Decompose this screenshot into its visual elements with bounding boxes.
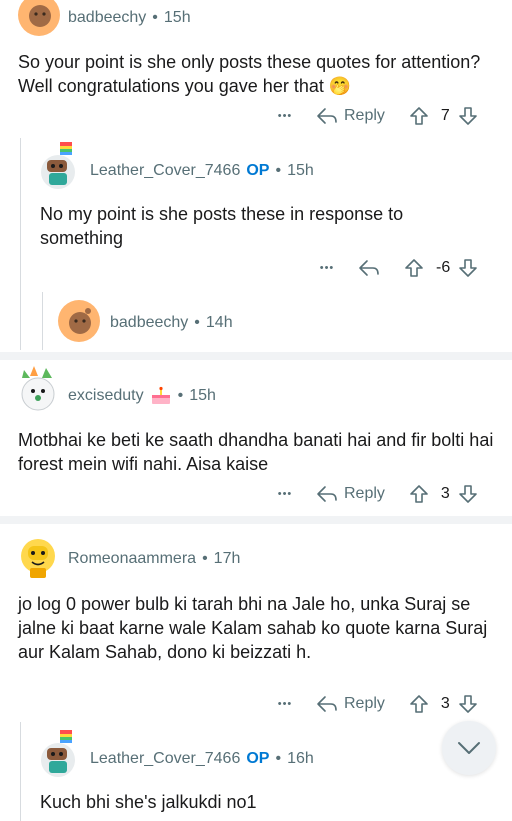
comment-actions: ••• Reply 7 <box>274 104 478 128</box>
cake-icon <box>150 386 172 406</box>
comment-username[interactable]: badbeechy <box>68 9 146 27</box>
upvote-icon[interactable] <box>409 484 429 504</box>
comment-username[interactable]: Leather_Cover_7466 <box>90 750 240 768</box>
comment-actions: ••• Reply 3 <box>274 692 478 716</box>
comment-username[interactable]: exciseduty <box>68 387 144 405</box>
comment-body: jo log 0 power bulb ki tarah bhi na Jale… <box>18 594 488 662</box>
avatar[interactable] <box>58 300 100 342</box>
comment-timestamp: 16h <box>287 750 314 767</box>
reply-arrow-icon <box>317 696 337 712</box>
comment-divider <box>0 352 512 360</box>
more-options-icon[interactable]: ••• <box>274 488 296 500</box>
avatar[interactable] <box>36 140 80 190</box>
comment-timestamp: 15h <box>189 387 216 404</box>
op-badge: OP <box>246 750 270 767</box>
comment-divider <box>0 516 512 524</box>
comment-body: Motbhai ke beti ke saath dhandha banati … <box>18 430 494 474</box>
upvote-icon[interactable] <box>409 694 429 714</box>
avatar[interactable] <box>18 0 60 36</box>
downvote-icon[interactable] <box>458 694 478 714</box>
comment-username[interactable]: Leather_Cover_7466 <box>90 162 240 180</box>
vote-score: -6 <box>436 259 451 276</box>
more-options-icon[interactable]: ••• <box>274 110 296 122</box>
reply-arrow-icon <box>317 108 337 124</box>
chevron-down-icon <box>458 742 480 754</box>
reply-arrow-icon <box>359 260 379 276</box>
avatar-icon <box>21 366 55 411</box>
downvote-icon[interactable] <box>458 106 478 126</box>
more-options-icon[interactable]: ••• <box>274 698 296 710</box>
op-badge: OP <box>246 162 270 179</box>
comment-body: So your point is she only posts these qu… <box>18 52 481 96</box>
reply-button[interactable]: Reply <box>316 695 385 713</box>
comment-username[interactable]: badbeechy <box>110 314 188 332</box>
reply-arrow-icon <box>317 486 337 502</box>
avatar-icon <box>21 539 55 578</box>
comment-timestamp: 15h <box>163 9 191 26</box>
avatar[interactable] <box>36 728 80 778</box>
comment-body: Kuch bhi she's jalkukdi no1 <box>40 792 257 812</box>
thread-line[interactable] <box>20 138 21 350</box>
avatar-icon <box>41 730 75 777</box>
downvote-icon[interactable] <box>458 258 478 278</box>
upvote-icon[interactable] <box>404 258 424 278</box>
comment-timestamp: 14h <box>205 314 233 331</box>
upvote-icon[interactable] <box>409 106 429 126</box>
meta-separator: • <box>177 387 184 404</box>
avatar-icon <box>18 0 60 36</box>
vote-score: 7 <box>440 107 450 124</box>
thread-line[interactable] <box>20 722 21 821</box>
more-options-icon[interactable]: ••• <box>316 262 338 274</box>
comment-username[interactable]: Romeonaammera <box>68 550 196 568</box>
comment-body: No my point is she posts these in respon… <box>40 204 404 248</box>
reply-button[interactable] <box>358 259 380 277</box>
downvote-icon[interactable] <box>458 484 478 504</box>
comment-timestamp: 15h <box>287 162 314 179</box>
avatar-icon <box>58 300 100 342</box>
meta-separator: • <box>275 162 282 179</box>
reply-button[interactable]: Reply <box>316 107 385 125</box>
scroll-down-button[interactable] <box>442 721 496 775</box>
comment-actions: ••• Reply 3 <box>274 482 478 506</box>
avatar[interactable] <box>16 532 60 580</box>
avatar-icon <box>41 142 75 189</box>
comment-timestamp: 17h <box>213 550 241 567</box>
reply-button[interactable]: Reply <box>316 485 385 503</box>
meta-separator: • <box>194 314 200 331</box>
comment-actions: ••• -6 <box>316 256 478 280</box>
vote-score: 3 <box>440 695 450 712</box>
meta-separator: • <box>275 750 282 767</box>
avatar[interactable] <box>16 366 60 414</box>
vote-score: 3 <box>440 485 450 502</box>
meta-separator: • <box>152 9 158 26</box>
meta-separator: • <box>202 550 208 567</box>
thread-line[interactable] <box>42 292 43 350</box>
